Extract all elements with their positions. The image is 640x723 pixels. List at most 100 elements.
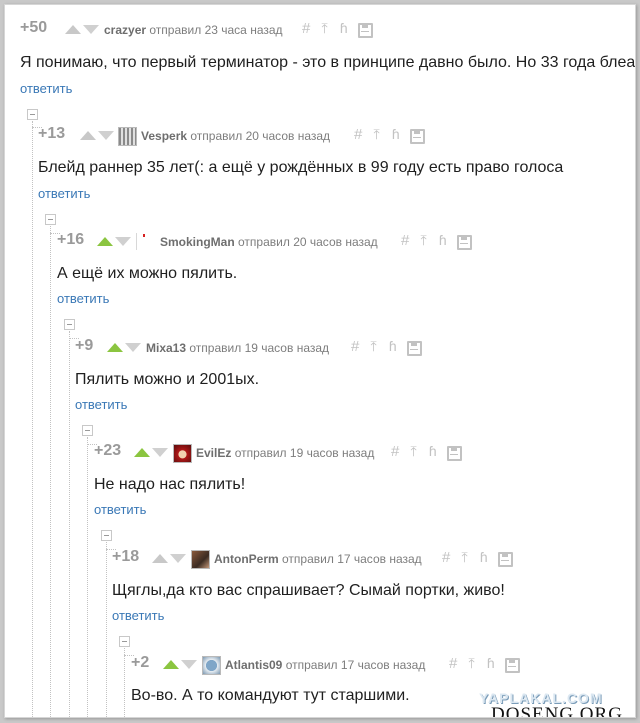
- comment-time[interactable]: 17 часов назад: [337, 552, 421, 566]
- comment-time[interactable]: 20 часов назад: [293, 235, 377, 249]
- comment-text: Не надо нас пялить!: [94, 476, 246, 493]
- branch-icon[interactable]: ɦ: [480, 549, 494, 565]
- hash-icon[interactable]: #: [449, 655, 464, 672]
- avatar[interactable]: [191, 550, 210, 569]
- thread-line: [32, 121, 33, 717]
- parent-arrow-icon[interactable]: ⤒: [420, 232, 434, 249]
- comment-meta: AntonPerm отправил 17 часов назад: [214, 552, 422, 566]
- collapse-icon[interactable]: [119, 636, 130, 647]
- watermark-doseng: DOSENG.ORG: [491, 704, 623, 718]
- comment-tools: # ⤒ ɦ: [354, 126, 426, 144]
- collapse-icon[interactable]: [45, 214, 56, 225]
- vote-down-icon[interactable]: [152, 448, 168, 457]
- avatar[interactable]: [202, 656, 221, 675]
- reply-link[interactable]: ответить: [38, 186, 90, 201]
- save-icon[interactable]: [457, 235, 473, 250]
- hash-icon[interactable]: #: [351, 338, 366, 355]
- author-link[interactable]: AntonPerm: [214, 552, 279, 566]
- save-icon[interactable]: [358, 23, 374, 38]
- save-icon[interactable]: [407, 341, 423, 356]
- comment-tools: # ⤒ ɦ: [302, 20, 374, 38]
- save-icon[interactable]: [410, 129, 426, 144]
- save-icon[interactable]: [505, 658, 521, 673]
- vote-arrows: [80, 131, 116, 140]
- avatar[interactable]: [118, 127, 137, 146]
- vote-up-icon[interactable]: [152, 554, 168, 563]
- reply-link[interactable]: ответить: [57, 291, 109, 306]
- comment-text: Я понимаю, что первый терминатор - это в…: [20, 54, 636, 71]
- collapse-icon[interactable]: [64, 319, 75, 330]
- sent-label: отправил: [189, 341, 242, 355]
- branch-icon[interactable]: ɦ: [389, 338, 403, 354]
- hash-icon[interactable]: #: [391, 443, 406, 460]
- comment-time[interactable]: 20 часов назад: [246, 129, 330, 143]
- parent-arrow-icon[interactable]: ⤒: [321, 20, 335, 37]
- vote-up-icon[interactable]: [97, 237, 113, 246]
- comment-text: А ещё их можно пялить.: [57, 265, 238, 282]
- comment-rating: +2: [131, 654, 150, 671]
- parent-arrow-icon[interactable]: ⤒: [410, 443, 424, 460]
- thread-line: [87, 437, 88, 717]
- author-link[interactable]: Mixa13: [146, 341, 186, 355]
- comment-text: Щяглы,да кто вас спрашивает? Сымай портк…: [112, 582, 505, 599]
- vote-down-icon[interactable]: [83, 25, 99, 34]
- comment-text: Блейд раннер 35 лет(: а ещё у рождённых …: [38, 159, 564, 176]
- vote-arrows: [163, 660, 199, 669]
- comment-time[interactable]: 19 часов назад: [290, 446, 374, 460]
- vote-up-icon[interactable]: [65, 25, 81, 34]
- save-icon[interactable]: [498, 552, 514, 567]
- vote-down-icon[interactable]: [125, 343, 141, 352]
- author-link[interactable]: Vesperk: [141, 129, 187, 143]
- comment-time[interactable]: 19 часов назад: [245, 341, 329, 355]
- author-link[interactable]: Atlantis09: [225, 658, 282, 672]
- branch-icon[interactable]: ɦ: [439, 232, 453, 248]
- sent-label: отправил: [285, 658, 338, 672]
- comment-tools: # ⤒ ɦ: [449, 655, 521, 673]
- reply-link[interactable]: ответить: [75, 397, 127, 412]
- hash-icon[interactable]: #: [442, 549, 457, 566]
- author-link[interactable]: SmokingMan: [160, 235, 235, 249]
- branch-icon[interactable]: ɦ: [340, 20, 354, 36]
- parent-arrow-icon[interactable]: ⤒: [461, 549, 475, 566]
- avatar[interactable]: [173, 444, 192, 463]
- vote-down-icon[interactable]: [98, 131, 114, 140]
- collapse-icon[interactable]: [82, 425, 93, 436]
- vote-up-icon[interactable]: [163, 660, 179, 669]
- parent-arrow-icon[interactable]: ⤒: [370, 338, 384, 355]
- comment-rating: +23: [94, 442, 122, 459]
- sent-label: отправил: [238, 235, 290, 249]
- collapse-icon[interactable]: [101, 530, 112, 541]
- comment-meta: Vesperk отправил 20 часов назад: [141, 129, 330, 143]
- vote-arrows: [65, 25, 101, 34]
- vote-up-icon[interactable]: [80, 131, 96, 140]
- hash-icon[interactable]: #: [354, 126, 369, 143]
- branch-icon[interactable]: ɦ: [487, 655, 501, 671]
- reply-link[interactable]: ответить: [20, 81, 72, 96]
- hash-icon[interactable]: #: [401, 232, 416, 249]
- branch-icon[interactable]: ɦ: [429, 443, 443, 459]
- comment-rating: +50: [20, 19, 48, 36]
- branch-icon[interactable]: ɦ: [392, 126, 406, 142]
- comment-time[interactable]: 23 часа назад: [205, 23, 283, 37]
- vote-arrows: [134, 448, 170, 457]
- author-link[interactable]: crazyer: [104, 23, 146, 37]
- reply-link[interactable]: ответить: [94, 502, 146, 517]
- parent-arrow-icon[interactable]: ⤒: [373, 126, 387, 143]
- save-icon[interactable]: [447, 446, 463, 461]
- collapse-icon[interactable]: [27, 109, 38, 120]
- comment-text: Во-во. А то командуют тут старшими.: [131, 687, 410, 704]
- vote-up-icon[interactable]: [107, 343, 123, 352]
- author-link[interactable]: EvilEz: [196, 446, 231, 460]
- hash-icon[interactable]: #: [302, 20, 317, 37]
- comment-tools: # ⤒ ɦ: [351, 338, 423, 356]
- vote-down-icon[interactable]: [115, 237, 131, 246]
- reply-link[interactable]: ответить: [112, 608, 164, 623]
- vote-down-icon[interactable]: [181, 660, 197, 669]
- comment-rating: +18: [112, 548, 140, 565]
- comment-text: Пялить можно и 2001ых.: [75, 371, 260, 388]
- avatar[interactable]: [136, 233, 154, 250]
- vote-down-icon[interactable]: [170, 554, 186, 563]
- parent-arrow-icon[interactable]: ⤒: [468, 655, 482, 672]
- comment-time[interactable]: 17 часов назад: [341, 658, 425, 672]
- vote-up-icon[interactable]: [134, 448, 150, 457]
